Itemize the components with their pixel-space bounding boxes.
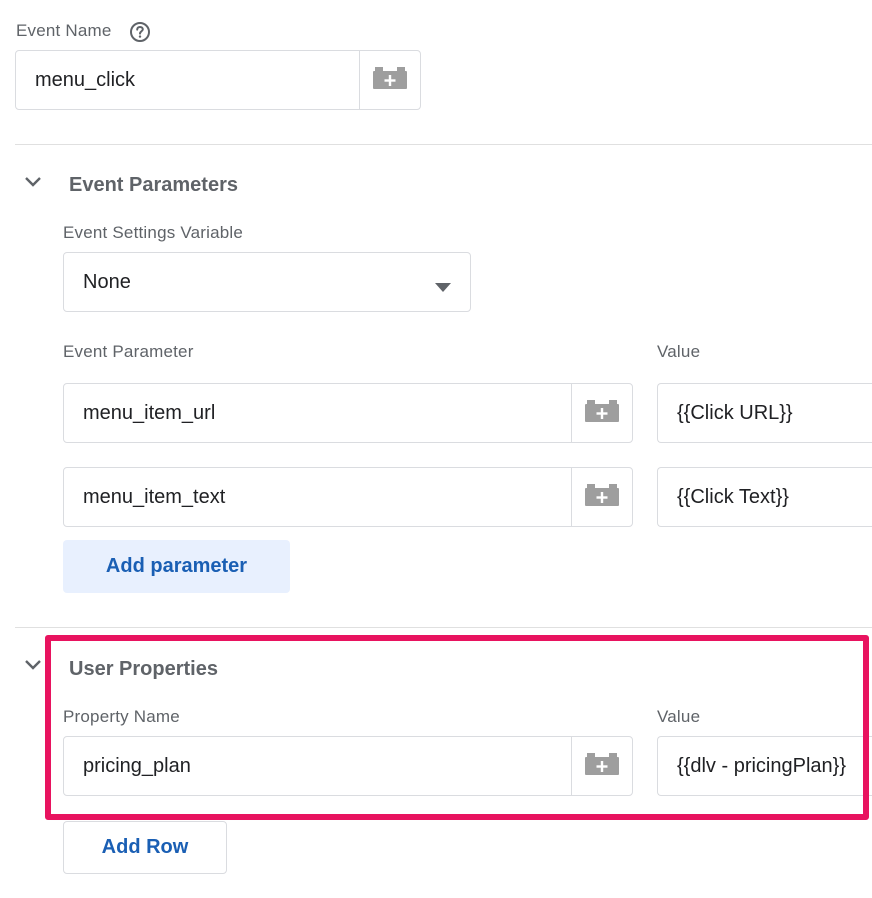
event-name-label: Event Name [16,21,112,40]
variable-picker-icon [585,399,619,427]
event-parameter-name-input[interactable]: menu_item_url [63,383,633,443]
variable-picker-icon [585,483,619,511]
help-icon[interactable] [129,21,151,43]
user-properties-collapse-toggle[interactable] [23,657,43,677]
event-settings-variable-select[interactable]: None [63,252,471,312]
chevron-down-icon [24,658,42,676]
event-parameter-value-input[interactable]: {{Click URL}} [657,383,872,443]
event-parameter-name-input[interactable]: menu_item_text [63,467,633,527]
event-parameter-column-label: Event Parameter [63,342,194,361]
event-parameters-title: Event Parameters [69,174,238,196]
variable-picker-icon [373,66,407,94]
event-parameter-name-variable-button[interactable] [571,384,632,442]
event-settings-variable-label: Event Settings Variable [63,223,244,242]
chevron-down-icon [24,175,42,193]
event-settings-variable-value: None [83,270,131,293]
event-parameter-value-column-label: Value [657,342,701,361]
event-parameter-value-input[interactable]: {{Click Text}} [657,467,872,527]
event-parameter-name-value: menu_item_url [83,401,216,424]
event-parameter-value-text: {{Click Text}} [677,485,789,508]
user-properties-highlight-box [45,635,869,820]
event-name-variable-button[interactable] [359,51,420,109]
add-row-button[interactable]: Add Row [63,821,227,874]
event-parameter-name-variable-button[interactable] [571,468,632,526]
add-parameter-button[interactable]: Add parameter [63,540,290,593]
event-parameter-value-text: {{Click URL}} [677,401,793,424]
event-parameter-name-value: menu_item_text [83,485,226,508]
event-parameters-collapse-toggle[interactable] [23,174,43,194]
event-name-value: menu_click [35,68,136,91]
event-name-input[interactable]: menu_click [15,50,421,110]
dropdown-arrow-icon [435,279,451,297]
section-divider [15,144,872,145]
section-divider [15,627,872,628]
